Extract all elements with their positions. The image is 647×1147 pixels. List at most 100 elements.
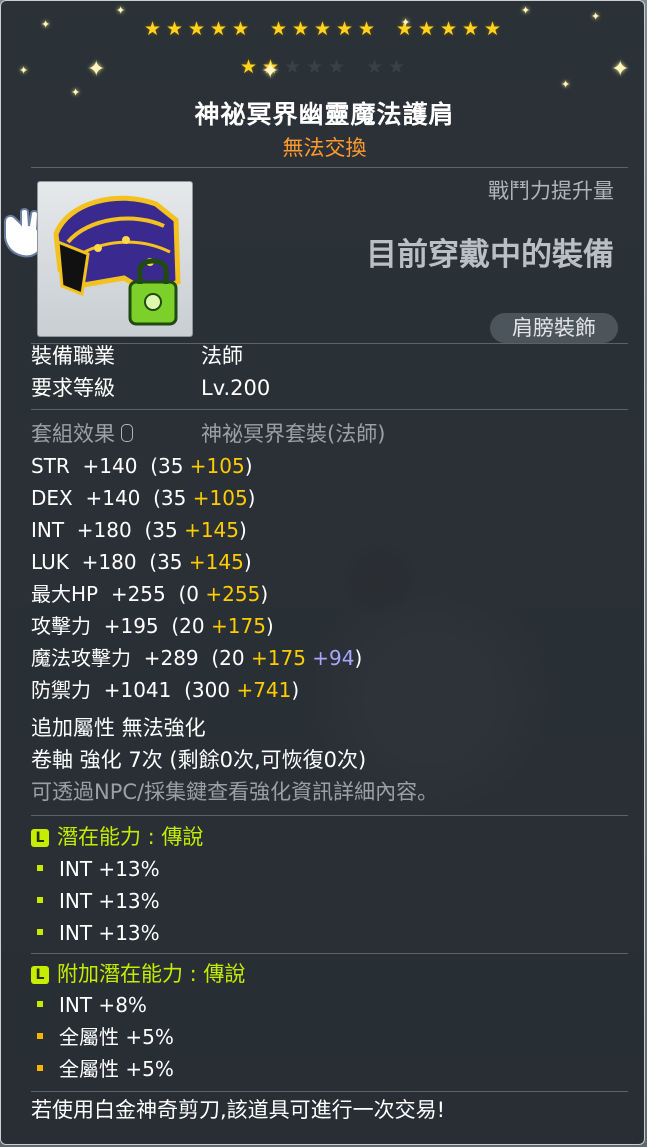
star-icon: ★	[328, 56, 346, 78]
sparkle-icon: ✦	[401, 16, 411, 29]
stat-name: 魔法攻擊力	[31, 646, 131, 670]
divider	[31, 815, 628, 816]
star-icon: ★	[440, 18, 458, 40]
potential-line-text: INT +13%	[59, 921, 160, 945]
stat-bonus: +741	[236, 678, 292, 702]
star-icon: ★	[358, 18, 376, 40]
stat-name: STR	[31, 454, 70, 478]
potential-line-text: INT +8%	[59, 993, 147, 1017]
stat-name: 最大HP	[31, 582, 99, 606]
stat-base: (300	[184, 678, 237, 702]
set-effect-row[interactable]: 套組效果 神祕冥界套裝(法師)	[31, 421, 385, 447]
sparkle-icon: ✦	[561, 78, 571, 91]
item-name: 神祕冥界幽靈魔法護肩	[194, 100, 455, 129]
combat-power-label: 戰鬥力提升量	[488, 179, 614, 203]
star-icon: ★	[166, 18, 184, 40]
bullet-icon	[37, 897, 43, 903]
stat-base: (35	[144, 518, 185, 542]
scroll-upgrade-row: 卷軸 強化 7次 (剩餘0次,可恢復0次)	[31, 748, 367, 772]
potential-line: INT +8%	[31, 992, 147, 1018]
job-label: 裝備職業	[31, 344, 115, 368]
star-icon: ★	[366, 56, 384, 78]
stat-base: (35	[149, 550, 189, 574]
level-row: 要求等級 Lv.200	[31, 375, 270, 401]
star-icon: ★	[462, 18, 480, 40]
bullet-icon	[37, 1001, 43, 1007]
stat-bonus: +145	[188, 550, 244, 574]
stat-close: )	[247, 486, 256, 510]
stat-base: (20	[171, 614, 211, 638]
stat-row: 攻擊力 +195 (20 +175)	[31, 613, 274, 639]
extra-attr-row: 追加屬性 無法強化	[31, 716, 206, 740]
legendary-badge-icon: L	[31, 829, 49, 847]
equipment-type-badge: 肩膀裝飾	[490, 313, 618, 343]
sparkle-icon: ✦	[116, 4, 126, 17]
stat-row: 魔法攻擊力 +289 (20 +175 +94)	[31, 645, 362, 671]
star-icon: ★	[210, 18, 228, 40]
star-icon: ★	[314, 18, 332, 40]
sparkle-icon: ✦	[19, 64, 29, 77]
stat-close: )	[291, 678, 300, 702]
potential-line: INT +13%	[31, 920, 160, 946]
star-icon: ★	[232, 18, 250, 40]
npc-note: 可透過NPC/採集鍵查看強化資訊詳細內容。	[31, 780, 439, 804]
set-effect-label: 套組效果	[31, 422, 115, 446]
potential-line-text: INT +13%	[59, 857, 160, 881]
item-tooltip: ★ ★ ★ ★ ★ ★ ★ ★ ★ ★ ★ ★ ★ ★ ★ ★ ★ ★ ★ ★ ★ ★ ✦ ✦ ✦ ✦ ✦ ✦ ✦ ✦ ✦…	[0, 0, 645, 1145]
stat-close: )	[244, 454, 253, 478]
shoulder-armor-icon	[53, 195, 181, 326]
divider	[31, 167, 628, 168]
stat-row: LUK +180 (35 +145)	[31, 549, 252, 575]
stat-name: 防禦力	[31, 678, 91, 702]
stat-extra: +94	[305, 646, 355, 670]
sparkle-icon: ✦	[611, 57, 630, 82]
potential-header: L 潛在能力 : 傳說	[31, 824, 203, 850]
sparkle-icon: ✦	[87, 57, 106, 82]
potential-line-text: 全屬性 +5%	[59, 1057, 174, 1081]
stat-close: )	[265, 614, 274, 638]
potential-title: 潛在能力 : 傳說	[57, 825, 204, 849]
stat-bonus: +145	[184, 518, 239, 542]
stat-base: (20	[211, 646, 251, 670]
sparkle-icon: ✦	[41, 18, 51, 31]
stat-name: INT	[31, 518, 65, 542]
stat-row: STR +140 (35 +105)	[31, 453, 253, 479]
stat-total: +1041	[91, 678, 185, 702]
divider	[31, 409, 628, 410]
stat-row: INT +180 (35 +145)	[31, 517, 247, 543]
star-icon: ★	[284, 56, 302, 78]
stat-total: +255	[98, 582, 179, 606]
star-icon: ★	[388, 56, 406, 78]
star-icon: ★	[144, 18, 162, 40]
star-icon: ★	[306, 56, 324, 78]
bullet-icon	[37, 1033, 43, 1039]
bullet-icon	[37, 865, 43, 871]
stat-close: )	[260, 582, 269, 606]
divider	[31, 953, 628, 954]
stat-name: LUK	[31, 550, 69, 574]
bullet-icon	[37, 1065, 43, 1071]
stat-total: +180	[64, 518, 145, 542]
stat-close: )	[239, 518, 247, 542]
sparkle-icon: ✦	[591, 10, 601, 23]
mouse-icon	[121, 424, 133, 442]
stat-total: +289	[131, 646, 212, 670]
job-value: 法師	[201, 344, 243, 368]
star-icon: ★	[484, 18, 502, 40]
star-icon: ★	[240, 56, 258, 78]
stat-base: (0	[178, 582, 206, 606]
divider	[31, 1091, 628, 1092]
sparkle-icon: ✦	[521, 4, 531, 17]
stat-bonus: +105	[189, 454, 245, 478]
legendary-badge-icon: L	[31, 966, 49, 984]
stat-bonus: +175	[210, 614, 266, 638]
level-value: Lv.200	[201, 376, 271, 400]
stat-total: +180	[68, 550, 150, 574]
item-icon-frame[interactable]	[37, 181, 193, 337]
stat-row: 最大HP +255 (0 +255)	[31, 581, 268, 607]
star-icon: ★	[188, 18, 206, 40]
stat-name: 攻擊力	[31, 614, 91, 638]
star-icon: ★	[292, 18, 310, 40]
potential-line: 全屬性 +5%	[31, 1056, 174, 1082]
potential-line: INT +13%	[31, 888, 160, 914]
